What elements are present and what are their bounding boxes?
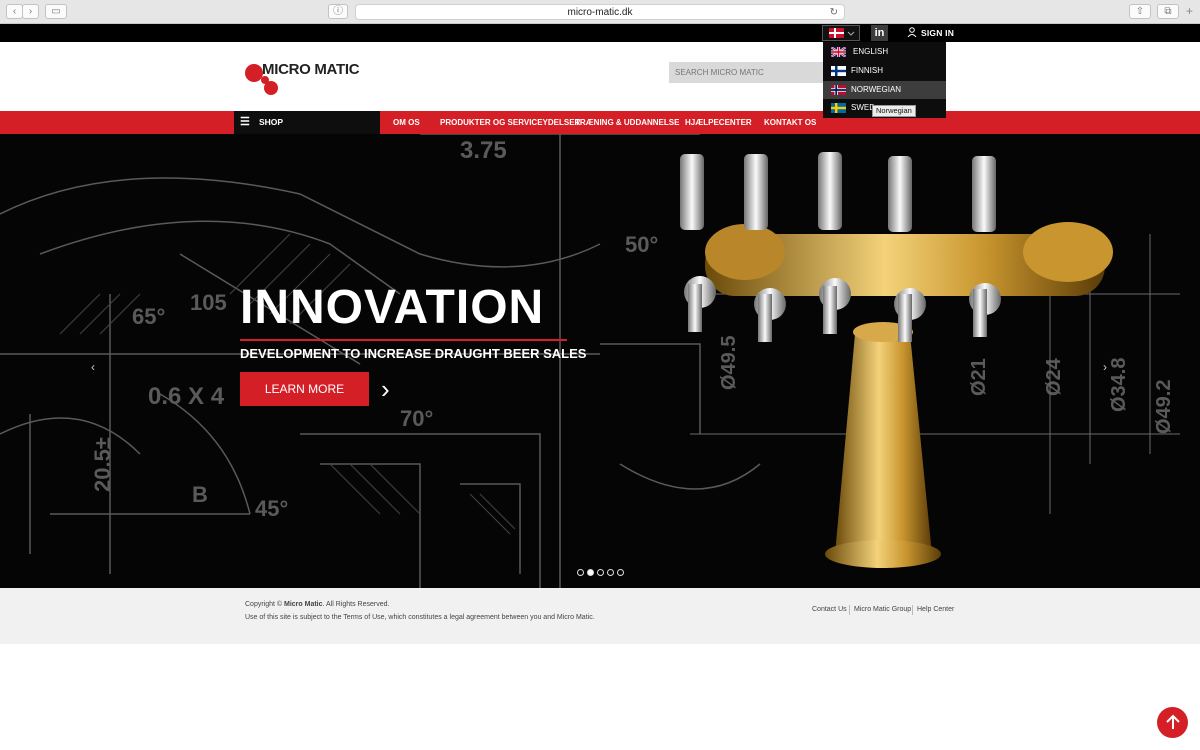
address-bar[interactable]: micro-matic.dk ↻ — [355, 4, 845, 20]
main-nav: ☰ SHOP OM OS PRODUKTER OG SERVICEYDELSER… — [0, 111, 1200, 134]
site-footer: Copyright © Micro Matic. All Rights Rese… — [0, 588, 1200, 644]
language-option-norwegian[interactable]: NORWEGIAN — [823, 81, 946, 99]
browser-toolbar: ‹ › ▭ ⓘ micro-matic.dk ↻ ⇧ ⧉ + — [0, 0, 1200, 24]
footer-link-micro-matic-group[interactable]: Micro Matic Group — [854, 606, 911, 613]
denmark-flag-icon — [829, 28, 855, 38]
finland-flag-icon — [831, 66, 846, 76]
reload-icon[interactable]: ↻ — [830, 5, 838, 20]
footer-link-contact-us[interactable]: Contact Us — [812, 606, 847, 613]
drawing-label: 20.5± — [90, 437, 115, 492]
hero-divider — [240, 339, 567, 341]
drawing-label: 45° — [255, 496, 288, 521]
drawing-label: 65° — [132, 304, 165, 329]
back-icon[interactable]: ‹ — [6, 4, 23, 19]
prev-slide-icon[interactable]: ‹ — [91, 360, 95, 374]
drawing-label: 3.75 — [460, 137, 507, 164]
footer-divider — [912, 605, 913, 615]
sweden-flag-icon — [831, 103, 846, 113]
copyright-prefix: Copyright © — [245, 601, 285, 608]
language-label: FINNISH — [851, 66, 883, 75]
language-tooltip: Norwegian — [872, 105, 916, 117]
footer-divider — [849, 605, 850, 615]
language-option-finnish[interactable]: FINNISH — [823, 62, 946, 80]
menu-icon: ☰ — [240, 116, 250, 128]
slide-dot[interactable] — [617, 569, 624, 576]
search-input[interactable] — [669, 62, 829, 83]
nav-item-produkter[interactable]: PRODUKTER OG SERVICEYDELSER — [440, 111, 580, 134]
drawing-label: B — [192, 482, 208, 507]
nav-item-kontakt[interactable]: KONTAKT OS — [764, 111, 816, 134]
share-icon[interactable]: ⇧ — [1129, 4, 1151, 19]
copyright-suffix: . All Rights Reserved. — [322, 601, 390, 608]
uk-flag-icon — [831, 47, 846, 57]
language-selector[interactable] — [822, 25, 860, 41]
user-icon — [907, 27, 917, 38]
slide-dot[interactable] — [607, 569, 614, 576]
nav-item-hjaelpecenter[interactable]: HJÆLPECENTER — [685, 111, 752, 134]
footer-link-help-center[interactable]: Help Center — [917, 606, 954, 613]
language-label: NORWEGIAN — [851, 85, 902, 94]
copyright-text: Copyright © Micro Matic. All Rights Rese… — [245, 601, 389, 608]
scroll-to-top-button[interactable] — [1157, 707, 1188, 738]
logo[interactable]: MICRO MATIC — [244, 60, 374, 96]
hero-subtitle: DEVELOPMENT TO INCREASE DRAUGHT BEER SAL… — [240, 346, 587, 361]
slide-dot-active[interactable] — [587, 569, 594, 576]
drawing-label: 50° — [625, 232, 658, 257]
shop-menu-button[interactable]: ☰ SHOP — [234, 111, 380, 134]
forward-icon[interactable]: › — [22, 4, 39, 19]
language-label: ENGLISH — [853, 47, 889, 56]
new-tab-icon[interactable]: + — [1186, 4, 1193, 18]
learn-more-button[interactable]: LEARN MORE — [240, 372, 369, 406]
sidebar-icon[interactable]: ▭ — [45, 4, 67, 19]
sign-in-label: SIGN IN — [921, 28, 955, 38]
norway-flag-icon — [831, 85, 846, 95]
beer-tower-image — [680, 152, 1113, 568]
nav-item-om-os[interactable]: OM OS — [393, 111, 420, 134]
slide-dot[interactable] — [577, 569, 584, 576]
copyright-brand: Micro Matic — [284, 601, 323, 608]
top-bar: in SIGN IN — [0, 24, 1200, 42]
terms-text: Use of this site is subject to the Terms… — [245, 614, 595, 621]
chevron-right-icon[interactable]: › — [381, 374, 390, 404]
logo-text: MICRO MATIC — [262, 61, 360, 78]
next-slide-icon[interactable]: › — [1103, 360, 1107, 374]
slide-dot[interactable] — [597, 569, 604, 576]
site-header: MICRO MATIC — [0, 42, 1200, 111]
language-option-english[interactable]: ENGLISH — [823, 43, 946, 61]
drawing-label: 105 — [190, 290, 227, 315]
sign-in-link[interactable]: SIGN IN — [907, 26, 954, 40]
arrow-up-icon — [1165, 714, 1180, 729]
tabs-icon[interactable]: ⧉ — [1157, 4, 1179, 19]
drawing-label: 70° — [400, 406, 433, 431]
shop-label: SHOP — [259, 117, 284, 127]
hero-slider: 3.75 50° 65° 105 0.6 X 4 70° 20.5± B 45°… — [0, 134, 1200, 588]
info-icon[interactable]: ⓘ — [328, 4, 348, 19]
url-text: micro-matic.dk — [567, 7, 633, 18]
hero-title: INNOVATION — [240, 281, 545, 334]
drawing-label: 0.6 X 4 — [148, 383, 225, 410]
nav-item-traening[interactable]: TRÆNING & UDDANNELSE — [575, 111, 679, 134]
linkedin-icon[interactable]: in — [871, 25, 888, 41]
chevron-down-icon — [847, 31, 855, 36]
